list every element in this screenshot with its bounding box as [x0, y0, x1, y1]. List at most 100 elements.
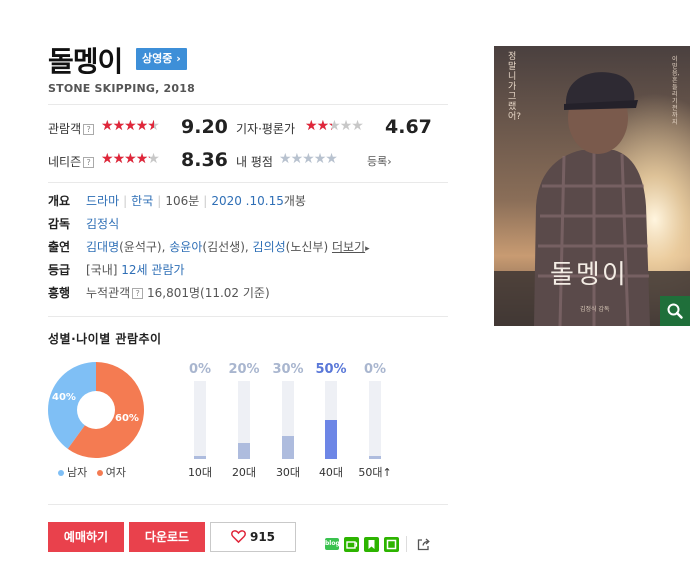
movie-title: 돌멩이	[48, 45, 123, 78]
poster-credit: 김정식 감독	[580, 306, 610, 313]
poster-title: 돌멩이	[550, 260, 628, 290]
overview-label: 개요	[48, 194, 71, 208]
memo-share-icon[interactable]	[384, 537, 399, 552]
female-legend-dot	[96, 470, 103, 476]
zoom-button[interactable]	[660, 296, 690, 326]
cast-value: 김대명(윤석구), 송윤아(김선생), 김의성(노신부) 더보기▸	[86, 240, 370, 254]
divider	[48, 104, 448, 105]
search-icon	[667, 303, 683, 319]
age-bar-track	[194, 381, 206, 459]
age-pct-label: 0%	[363, 362, 387, 377]
male-legend-dot	[58, 470, 64, 476]
more-cast-link[interactable]: 더보기	[332, 240, 365, 254]
movie-subtitle: STONE SKIPPING, 2018	[48, 82, 195, 95]
female-legend-label: 여자	[105, 466, 126, 479]
blog-share-icon[interactable]: blog	[325, 538, 340, 550]
donut-hole	[77, 391, 115, 429]
overview-value: 드라마 | 한국 | 106분 | 2020 .10.15개봉	[86, 194, 306, 208]
age-bar	[194, 456, 206, 459]
netizen-score: 8.36	[181, 149, 228, 171]
age-bar	[282, 436, 294, 459]
help-icon[interactable]: ?	[83, 157, 95, 168]
cast-label: 출연	[48, 240, 71, 254]
star-icon: ★	[290, 151, 304, 167]
critic-rating-label: 기자·평론가	[236, 122, 296, 136]
my-rating-stars[interactable]: ★★★★★	[279, 151, 338, 167]
audience-rating-label: 관람객?	[48, 120, 95, 137]
bookmark-share-icon[interactable]	[364, 537, 379, 552]
age-bar	[238, 443, 250, 459]
genre-link[interactable]: 드라마	[86, 194, 119, 208]
reserve-button[interactable]: 예매하기	[48, 522, 124, 552]
age-bar-track	[238, 381, 250, 459]
grade-value: [국내] 12세 관람가	[86, 263, 185, 277]
divider	[406, 536, 407, 552]
country-link[interactable]: 한국	[131, 194, 153, 208]
help-icon[interactable]: ?	[83, 124, 95, 135]
star-icon: ★	[351, 118, 364, 134]
age-bar	[369, 456, 381, 459]
grade-link[interactable]: 12세 관람가	[121, 263, 184, 277]
cast-link[interactable]: 송윤아	[169, 240, 202, 254]
status-badge[interactable]: 상영중 ›	[136, 48, 187, 70]
age-bar	[325, 420, 337, 459]
caret-right-icon: ▸	[365, 244, 370, 254]
cast-link[interactable]: 김의성	[253, 240, 286, 254]
star-icon: ★★	[147, 118, 160, 134]
poster-tagline: 정말 니가 그랬어?	[508, 52, 522, 122]
audience-score: 9.20	[181, 116, 228, 138]
director-label: 감독	[48, 217, 71, 231]
star-icon: ★★	[124, 151, 137, 167]
star-icon: ★★	[101, 118, 114, 134]
demographics-title: 성별·나이별 관람추이	[48, 332, 162, 346]
divider	[48, 182, 448, 183]
critic-score: 4.67	[385, 116, 432, 138]
age-label: 20대	[231, 466, 257, 479]
grade-label: 등급	[48, 263, 71, 277]
help-icon[interactable]: ?	[132, 288, 144, 299]
poster-tagline-2: 이 믿음, 흔들리기 전까지	[672, 56, 680, 126]
male-legend-label: 남자	[67, 466, 88, 479]
cafe-share-icon[interactable]	[344, 537, 359, 552]
age-pct-label: 20%	[228, 362, 260, 377]
female-pct-label: 60%	[115, 413, 139, 424]
age-pct-label: 0%	[188, 362, 212, 377]
boxoffice-value: 누적관객? 16,801명(11.02 기준)	[86, 286, 270, 300]
register-rating-link[interactable]: 등록›	[367, 153, 392, 169]
age-bar-track	[282, 381, 294, 459]
boxoffice-label: 흥행	[48, 286, 71, 300]
age-bar-track	[325, 381, 337, 459]
netizen-stars: ★★★★★★★★★★	[101, 151, 160, 167]
chevron-right-icon: ›	[176, 52, 181, 65]
director-value: 김정식	[86, 215, 119, 232]
star-icon: ★	[279, 151, 292, 167]
age-pct-label: 50%	[315, 362, 347, 377]
my-rating-label: 내 평점	[236, 155, 273, 169]
star-icon: ★	[302, 151, 315, 167]
release-date-link[interactable]: 2020 .10.15	[211, 194, 284, 208]
cast-link[interactable]: 김대명	[86, 240, 119, 254]
star-icon: ★	[325, 151, 338, 167]
download-button[interactable]: 다운로드	[129, 522, 205, 552]
star-icon: ★★	[101, 151, 114, 167]
star-icon: ★★	[124, 118, 137, 134]
director-link[interactable]: 김정식	[86, 217, 119, 231]
chevron-right-icon: ›	[387, 155, 392, 168]
star-icon: ★★	[112, 151, 126, 167]
star-icon: ★	[339, 118, 353, 134]
age-label: 30대	[275, 466, 301, 479]
star-icon: ★★	[135, 151, 149, 167]
star-icon: ★★	[112, 118, 126, 134]
divider	[48, 504, 448, 505]
critic-stars: ★★★★★★★★	[305, 118, 364, 134]
like-button[interactable]: 915	[210, 522, 296, 552]
movie-poster[interactable]: 정말 니가 그랬어? 이 믿음, 흔들리기 전까지 돌멩이 김정식 감독	[494, 46, 690, 326]
age-bar-track	[369, 381, 381, 459]
status-badge-label: 상영중	[142, 52, 173, 65]
gender-donut-chart	[48, 362, 144, 458]
heart-icon	[231, 530, 246, 544]
share-icon[interactable]	[416, 537, 431, 552]
divider	[48, 316, 448, 317]
netizen-rating-label: 네티즌?	[48, 153, 95, 170]
star-icon: ★★	[328, 118, 341, 134]
